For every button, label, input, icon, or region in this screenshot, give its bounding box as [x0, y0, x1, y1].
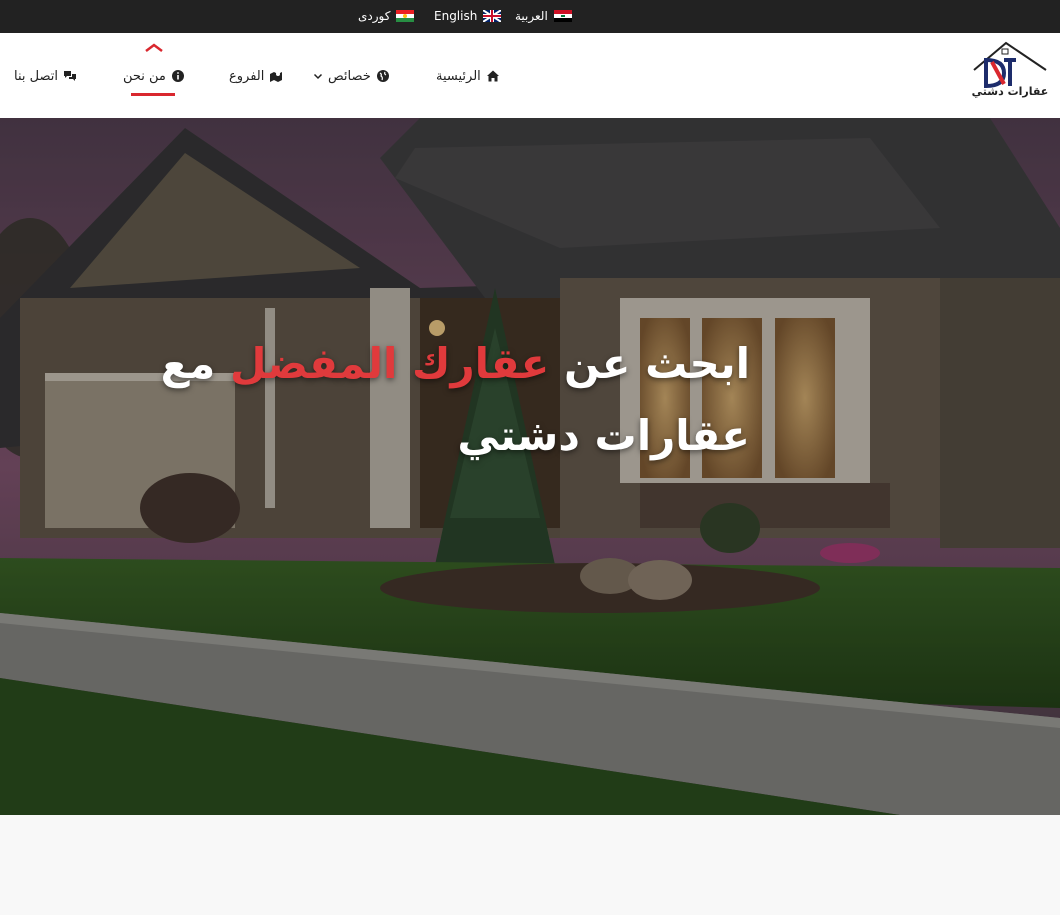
active-nav-underline	[131, 93, 175, 96]
flag-iraq-icon	[553, 10, 572, 22]
nav-branches-link[interactable]: الفروع	[229, 65, 283, 87]
language-arabic-link[interactable]: العربية	[515, 6, 572, 26]
nav-about-label: من نحن	[123, 68, 166, 84]
nav-features-label: خصائص	[328, 68, 371, 84]
info-icon	[171, 70, 184, 82]
language-english-link[interactable]: English	[434, 6, 502, 26]
home-icon	[486, 70, 499, 82]
nav-contact-label: اتصل بنا	[14, 68, 58, 84]
flag-kurdistan-icon	[396, 10, 415, 22]
chat-icon	[63, 71, 76, 81]
language-english-label: English	[434, 9, 478, 23]
nav-contact-link[interactable]: اتصل بنا	[14, 65, 77, 87]
map-marker-icon	[270, 72, 283, 82]
language-kurdish-label: كوردى	[358, 9, 391, 23]
language-arabic-label: العربية	[515, 9, 548, 23]
logo-text: عقارات دشتي	[971, 85, 1049, 98]
nav-branches-label: الفروع	[229, 68, 265, 84]
globe-icon	[376, 70, 389, 82]
flag-uk-icon	[483, 10, 502, 22]
active-indicator-caret-icon	[145, 43, 163, 52]
hero-title-part1: ابحث عن	[549, 339, 750, 388]
hero-title-highlight: عقارك المفضل	[229, 339, 550, 388]
language-bar: العربية English كوردى	[0, 0, 1060, 33]
nav-home-link[interactable]: الرئيسية	[436, 65, 500, 87]
language-kurdish-link[interactable]: كوردى	[358, 6, 415, 26]
chevron-down-icon	[313, 73, 323, 80]
hero-heading: ابحث عن عقارك المفضل مع عقارات دشتي	[150, 328, 750, 472]
page-below-hero	[0, 815, 1060, 915]
nav-about-link[interactable]: من نحن	[123, 65, 185, 87]
nav-features-dropdown[interactable]: خصائص	[313, 65, 390, 87]
nav-home-label: الرئيسية	[436, 68, 481, 84]
